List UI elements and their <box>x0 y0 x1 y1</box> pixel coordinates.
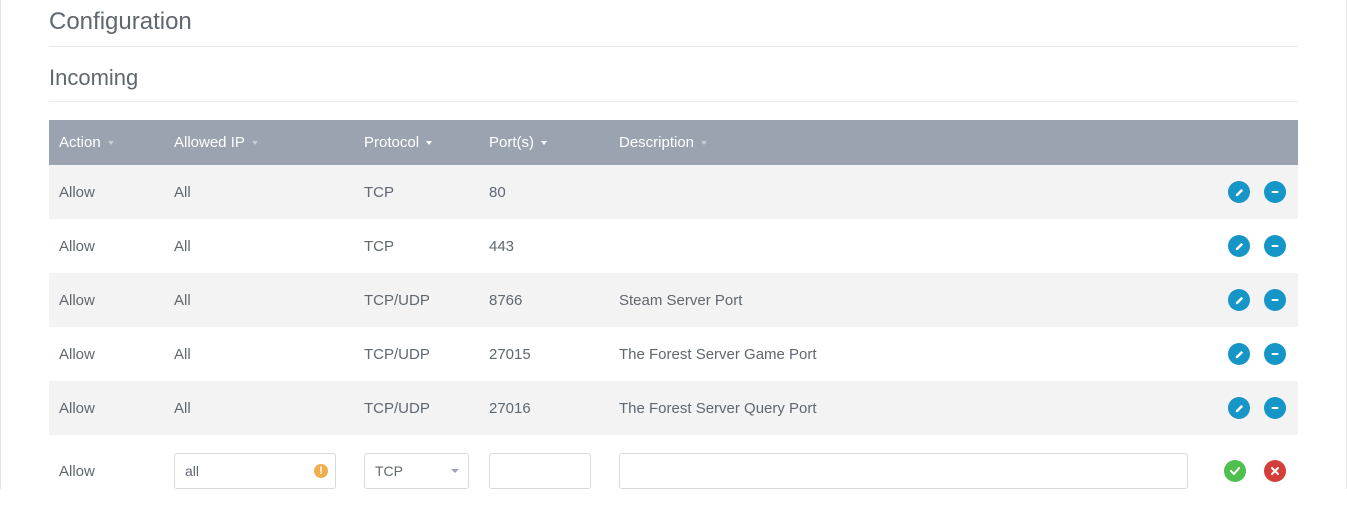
cell-action: Allow <box>49 219 164 273</box>
col-header-protocol-label: Protocol <box>364 134 419 151</box>
minus-icon <box>1269 348 1281 360</box>
check-icon <box>1229 465 1241 477</box>
edit-button[interactable] <box>1228 397 1250 419</box>
sort-caret-icon <box>107 139 115 147</box>
cell-ports: 80 <box>479 165 609 219</box>
cell-action: Allow <box>49 381 164 435</box>
cell-protocol: TCP/UDP <box>354 273 479 327</box>
table-row: AllowAllTCP/UDP27016The Forest Server Qu… <box>49 381 1298 435</box>
col-header-ports-label: Port(s) <box>489 134 534 151</box>
remove-button[interactable] <box>1264 289 1286 311</box>
cell-ports: 27016 <box>479 381 609 435</box>
pencil-icon <box>1234 187 1245 198</box>
cell-ports: 443 <box>479 219 609 273</box>
minus-icon <box>1269 186 1281 198</box>
cancel-add-button[interactable] <box>1264 460 1286 482</box>
cell-action: Allow <box>49 165 164 219</box>
cell-action: Allow <box>49 273 164 327</box>
cell-ip: All <box>164 219 354 273</box>
pencil-icon <box>1234 241 1245 252</box>
cell-ip: All <box>164 165 354 219</box>
protocol-select-value: TCP <box>375 463 403 479</box>
minus-icon <box>1269 402 1281 414</box>
table-row: AllowAllTCP80 <box>49 165 1298 219</box>
pencil-icon <box>1234 349 1245 360</box>
pencil-icon <box>1234 403 1245 414</box>
col-header-action-label: Action <box>59 134 101 151</box>
edit-button[interactable] <box>1228 343 1250 365</box>
remove-button[interactable] <box>1264 397 1286 419</box>
col-header-protocol[interactable]: Protocol <box>354 120 479 165</box>
remove-button[interactable] <box>1264 181 1286 203</box>
warning-icon: ! <box>314 464 328 478</box>
firewall-rules-table: Action Allowed IP Protocol Port(s) Descr… <box>49 120 1298 489</box>
table-row: AllowAllTCP/UDP27015The Forest Server Ga… <box>49 327 1298 381</box>
new-rule-action: Allow <box>49 435 164 489</box>
page-title: Configuration <box>49 0 1298 47</box>
cell-description <box>609 219 1198 273</box>
protocol-select[interactable]: TCP <box>364 453 469 489</box>
table-row: AllowAllTCP443 <box>49 219 1298 273</box>
cell-protocol: TCP <box>354 165 479 219</box>
edit-button[interactable] <box>1228 289 1250 311</box>
minus-icon <box>1269 294 1281 306</box>
sort-caret-icon <box>425 139 433 147</box>
remove-button[interactable] <box>1264 343 1286 365</box>
cell-ports: 8766 <box>479 273 609 327</box>
col-header-ops <box>1198 120 1298 165</box>
table-row: AllowAllTCP/UDP8766Steam Server Port <box>49 273 1298 327</box>
col-header-description-label: Description <box>619 134 694 151</box>
col-header-description[interactable]: Description <box>609 120 1198 165</box>
cell-protocol: TCP/UDP <box>354 327 479 381</box>
sort-caret-icon <box>700 139 708 147</box>
section-title-incoming: Incoming <box>49 47 1298 102</box>
sort-caret-icon <box>251 139 259 147</box>
cell-description: The Forest Server Query Port <box>609 381 1198 435</box>
new-rule-row: Allow ! TCP <box>49 435 1298 489</box>
allowed-ip-input[interactable] <box>174 453 336 489</box>
cell-ports: 27015 <box>479 327 609 381</box>
remove-button[interactable] <box>1264 235 1286 257</box>
col-header-ports[interactable]: Port(s) <box>479 120 609 165</box>
col-header-action[interactable]: Action <box>49 120 164 165</box>
edit-button[interactable] <box>1228 235 1250 257</box>
cell-action: Allow <box>49 327 164 381</box>
cell-ip: All <box>164 381 354 435</box>
cell-ip: All <box>164 327 354 381</box>
cell-protocol: TCP/UDP <box>354 381 479 435</box>
cell-ip: All <box>164 273 354 327</box>
cell-description <box>609 165 1198 219</box>
edit-button[interactable] <box>1228 181 1250 203</box>
col-header-ip-label: Allowed IP <box>174 134 245 151</box>
cell-description: The Forest Server Game Port <box>609 327 1198 381</box>
close-icon <box>1270 466 1280 476</box>
cell-description: Steam Server Port <box>609 273 1198 327</box>
pencil-icon <box>1234 295 1245 306</box>
cell-protocol: TCP <box>354 219 479 273</box>
description-input[interactable] <box>619 453 1188 489</box>
chevron-down-icon <box>450 463 460 479</box>
col-header-allowed-ip[interactable]: Allowed IP <box>164 120 354 165</box>
ports-input[interactable] <box>489 453 591 489</box>
minus-icon <box>1269 240 1281 252</box>
sort-caret-icon <box>540 139 548 147</box>
confirm-add-button[interactable] <box>1224 460 1246 482</box>
